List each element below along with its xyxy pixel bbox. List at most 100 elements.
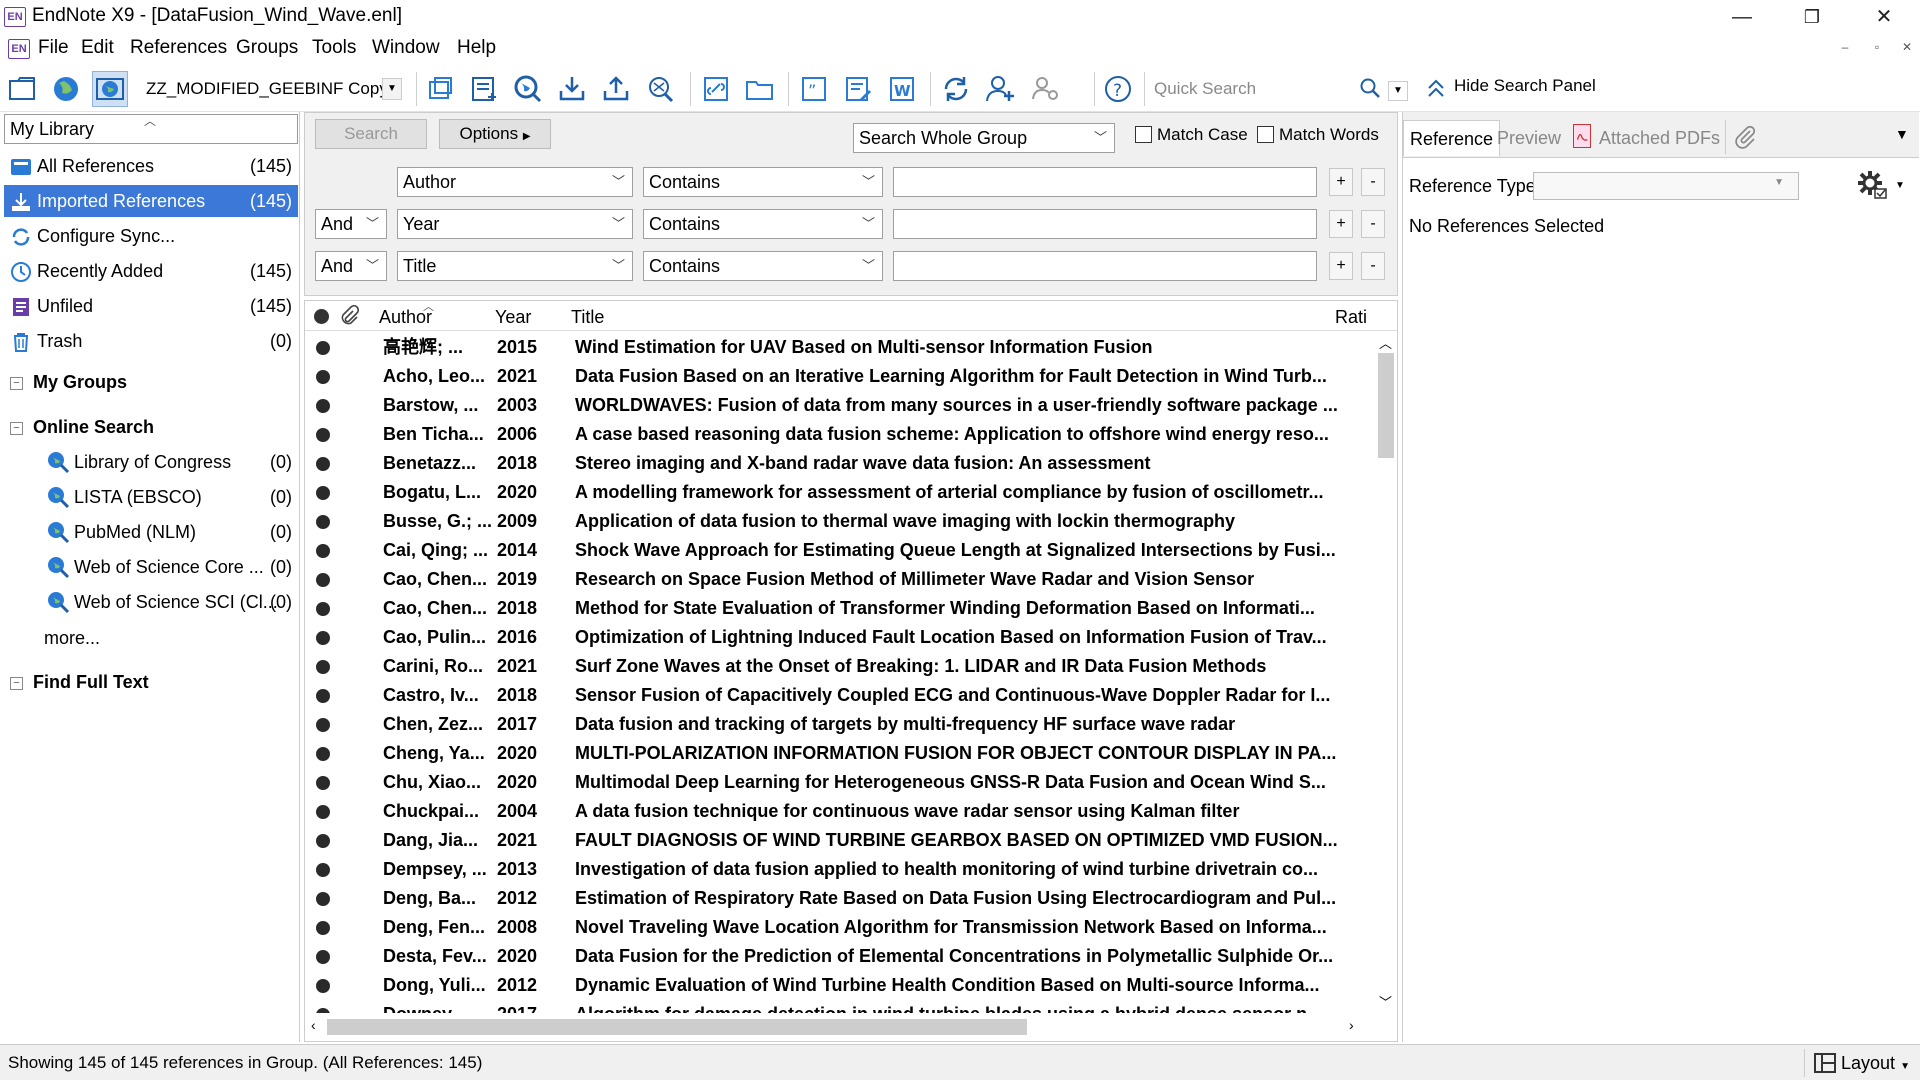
- scrollbar-thumb[interactable]: [1378, 353, 1394, 458]
- mdi-minimize-button[interactable]: –: [1834, 40, 1856, 60]
- checkbox-box[interactable]: [1257, 126, 1274, 143]
- manage-sharing-icon[interactable]: [1028, 71, 1064, 107]
- horizontal-scrollbar[interactable]: ‹ ›: [305, 1013, 1375, 1041]
- table-row[interactable]: Acho, Leo... 2021 Data Fusion Based on an …: [305, 362, 1365, 391]
- search-term-input[interactable]: [893, 167, 1317, 197]
- online-pubmed[interactable]: PubMed (NLM) (0): [44, 516, 298, 548]
- options-button[interactable]: Options ▶: [439, 119, 551, 149]
- reference-type-select[interactable]: ▼: [1533, 172, 1799, 200]
- collapse-icon[interactable]: −: [10, 421, 23, 435]
- output-style-select[interactable]: ZZ_MODIFIED_GEEBINF Copy: [146, 76, 406, 102]
- group-trash[interactable]: Trash (0): [4, 325, 298, 357]
- sync-icon[interactable]: [938, 71, 974, 107]
- column-title[interactable]: Title: [571, 307, 604, 328]
- find-full-text-section[interactable]: − Find Full Text: [10, 672, 149, 693]
- share-library-icon[interactable]: [982, 71, 1018, 107]
- add-row-button[interactable]: +: [1329, 168, 1353, 196]
- tab-preview[interactable]: Preview: [1491, 120, 1567, 156]
- table-row[interactable]: Dempsey, ... 2013 Investigation of data fu…: [305, 855, 1365, 884]
- attach-file-icon[interactable]: [1733, 124, 1757, 150]
- scroll-down-icon[interactable]: ﹀: [1379, 992, 1392, 1011]
- open-file-icon[interactable]: [742, 71, 778, 107]
- collapse-icon[interactable]: −: [10, 376, 23, 390]
- attachment-column-icon[interactable]: [339, 304, 360, 327]
- search-operator-select[interactable]: Contains ﹀: [643, 209, 883, 239]
- online-wos-sci[interactable]: Web of Science SCI (Cl... (0): [44, 586, 298, 618]
- group-recently-added[interactable]: Recently Added (145): [4, 255, 298, 287]
- table-row[interactable]: 高艳辉; ... 2015 Wind Estimation for UAV Base…: [305, 333, 1365, 362]
- copy-to-library-icon[interactable]: [422, 71, 458, 107]
- remove-row-button[interactable]: -: [1361, 252, 1385, 280]
- return-to-word-icon[interactable]: W: [884, 71, 920, 107]
- new-reference-icon[interactable]: [466, 71, 502, 107]
- menu-help[interactable]: Help: [457, 37, 496, 59]
- online-search-mode-icon[interactable]: [48, 71, 84, 107]
- table-row[interactable]: Desta, Fev... 2020 Data Fusion for the Pre…: [305, 942, 1365, 971]
- menu-edit[interactable]: Edit: [81, 37, 114, 59]
- table-row[interactable]: Cheng, Ya... 2020 MULTI-POLARIZATION INFOR…: [305, 739, 1365, 768]
- search-operator-select[interactable]: Contains ﹀: [643, 167, 883, 197]
- quick-search-input[interactable]: Quick Search: [1148, 75, 1388, 103]
- scrollbar-thumb[interactable]: [327, 1019, 1027, 1035]
- column-year[interactable]: Year: [495, 307, 531, 328]
- local-library-mode-icon[interactable]: [4, 71, 40, 107]
- online-search-icon[interactable]: [510, 71, 546, 107]
- remove-row-button[interactable]: -: [1361, 168, 1385, 196]
- online-wos-core[interactable]: Web of Science Core ... (0): [44, 551, 298, 583]
- online-library-of-congress[interactable]: Library of Congress (0): [44, 446, 298, 478]
- table-row[interactable]: Dang, Jia... 2021 FAULT DIAGNOSIS OF WIND …: [305, 826, 1365, 855]
- table-row[interactable]: Deng, Ba... 2012 Estimation of Respiratory…: [305, 884, 1365, 913]
- read-status-column-icon[interactable]: [314, 309, 329, 324]
- boolean-select[interactable]: And ﹀: [315, 209, 387, 239]
- tab-attached-pdfs[interactable]: Attached PDFs: [1593, 120, 1726, 156]
- group-all-references[interactable]: All References (145): [4, 150, 298, 182]
- hide-search-panel-button[interactable]: Hide Search Panel: [1454, 76, 1596, 96]
- chevron-down-icon[interactable]: ▼: [1388, 81, 1408, 101]
- more-online-link[interactable]: more...: [44, 628, 100, 649]
- insert-citation-icon[interactable]: ”: [796, 71, 832, 107]
- group-unfiled[interactable]: Unfiled (145): [4, 290, 298, 322]
- chevron-up-icon[interactable]: [1426, 78, 1446, 100]
- match-words-checkbox[interactable]: Match Words: [1257, 125, 1379, 145]
- table-row[interactable]: Cao, Chen... 2018 Method for State Evaluat…: [305, 594, 1365, 623]
- search-field-select[interactable]: Year ﹀: [397, 209, 633, 239]
- integrated-library-mode-icon[interactable]: [92, 71, 128, 107]
- table-row[interactable]: Chuckpai... 2004 A data fusion technique f…: [305, 797, 1365, 826]
- remove-row-button[interactable]: -: [1361, 210, 1385, 238]
- table-row[interactable]: Chu, Xiao... 2020 Multimodal Deep Learning…: [305, 768, 1365, 797]
- search-field-select[interactable]: Title ﹀: [397, 251, 633, 281]
- add-row-button[interactable]: +: [1329, 252, 1353, 280]
- table-row[interactable]: Dong, Yuli... 2012 Dynamic Evaluation of W…: [305, 971, 1365, 1000]
- chevron-up-icon[interactable]: ︿: [144, 112, 156, 129]
- menu-references[interactable]: References: [130, 37, 227, 59]
- column-rating[interactable]: Rati: [1335, 307, 1367, 328]
- scroll-right-icon[interactable]: ›: [1349, 1017, 1354, 1033]
- open-link-icon[interactable]: [698, 71, 734, 107]
- table-row[interactable]: Benetazz... 2018 Stereo imaging and X-band…: [305, 449, 1365, 478]
- table-row[interactable]: Ben Ticha... 2006 A case based reasoning d…: [305, 420, 1365, 449]
- online-lista-ebsco[interactable]: LISTA (EBSCO) (0): [44, 481, 298, 513]
- online-search-section[interactable]: − Online Search: [10, 417, 154, 438]
- table-row[interactable]: Cao, Pulin... 2016 Optimization of Lightni…: [305, 623, 1365, 652]
- search-term-input[interactable]: [893, 209, 1317, 239]
- import-icon[interactable]: [554, 71, 590, 107]
- layout-button[interactable]: Layout ▼: [1814, 1049, 1916, 1077]
- menu-tools[interactable]: Tools: [312, 37, 356, 59]
- restore-button[interactable]: ❐: [1792, 4, 1832, 30]
- table-row[interactable]: Bogatu, L... 2020 A modelling framework fo…: [305, 478, 1365, 507]
- chevron-down-icon[interactable]: ▼: [1895, 180, 1905, 191]
- mdi-restore-button[interactable]: ▫: [1866, 40, 1888, 60]
- table-row[interactable]: Carini, Ro... 2021 Surf Zone Waves at the …: [305, 652, 1365, 681]
- search-scope-select[interactable]: Search Whole Group ﹀: [853, 123, 1115, 153]
- export-icon[interactable]: [598, 71, 634, 107]
- vertical-scrollbar[interactable]: ︿ ﹀: [1375, 331, 1397, 1013]
- search-icon[interactable]: [1358, 76, 1382, 100]
- add-row-button[interactable]: +: [1329, 210, 1353, 238]
- tab-reference[interactable]: Reference: [1403, 120, 1501, 156]
- table-row[interactable]: Busse, G.; ... 2009 Application of data fu…: [305, 507, 1365, 536]
- table-row[interactable]: Chen, Zez... 2017 Data fusion and tracking…: [305, 710, 1365, 739]
- search-operator-select[interactable]: Contains ﹀: [643, 251, 883, 281]
- group-configure-sync[interactable]: Configure Sync...: [4, 220, 298, 252]
- minimize-button[interactable]: —: [1722, 4, 1762, 30]
- menu-file[interactable]: File: [38, 37, 69, 59]
